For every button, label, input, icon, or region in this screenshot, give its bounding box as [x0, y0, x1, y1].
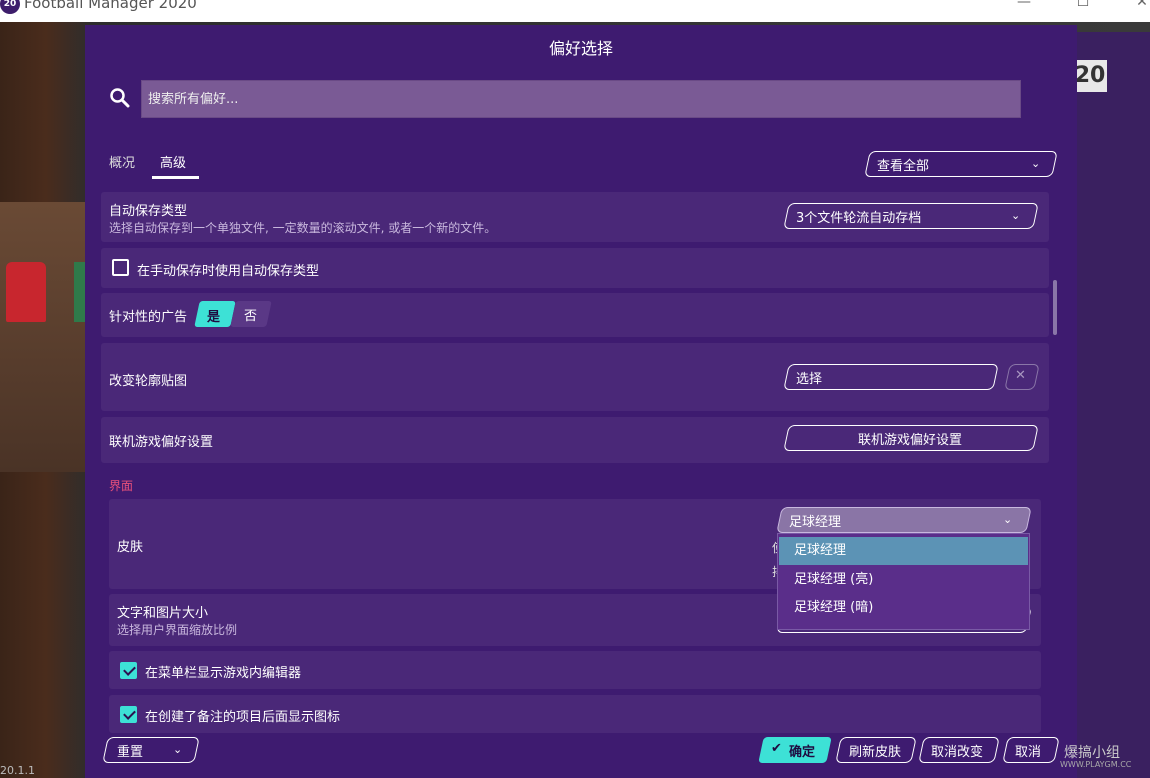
minimize-button[interactable]: —: [1014, 0, 1034, 10]
autosave-type-value: 3个文件轮流自动存档: [796, 211, 922, 226]
search-icon: [110, 88, 130, 108]
show-note-icon-checkbox[interactable]: [120, 706, 137, 723]
autosave-type-label: 自动保存类型: [109, 204, 188, 219]
manual-save-checkbox[interactable]: [112, 259, 129, 276]
active-tab-indicator: [152, 176, 199, 179]
tab-overview[interactable]: 概况: [109, 152, 135, 171]
maximize-button[interactable]: ☐: [1073, 0, 1093, 10]
app-logo-icon: 20: [0, 0, 20, 14]
targeted-ads-no-label: 否: [244, 309, 258, 324]
preferences-dialog: 偏好选择 概况 高级 查看全部 ⌄ 自动保存类型 选择自动保存到一个单独文件, …: [85, 25, 1077, 778]
interface-section-header: 界面: [109, 479, 134, 493]
scrollbar-thumb[interactable]: [1053, 280, 1057, 335]
confirm-label: 确定: [789, 745, 816, 760]
online-prefs-button-label: 联机游戏偏好设置: [858, 433, 963, 448]
skin-option[interactable]: 足球经理 (暗): [779, 594, 1028, 622]
window-titlebar: 20 Football Manager 2020 — ☐ ✕: [0, 0, 1150, 22]
watermark: 爆搞小组 WWW.PLAYGM.CC: [1030, 742, 1148, 772]
skin-dropdown-value: 足球经理: [789, 515, 842, 530]
search-input[interactable]: [141, 80, 1021, 118]
skin-label: 皮肤: [117, 540, 144, 555]
silhouette-select-label: 选择: [796, 372, 823, 387]
show-note-icon-label: 在创建了备注的项目后面显示图标: [145, 710, 341, 725]
chevron-down-icon: ⌄: [1031, 157, 1041, 170]
fm20-badge: 20: [1073, 60, 1107, 92]
chevron-down-icon: ⌄: [1003, 513, 1013, 526]
chevron-down-icon: ⌄: [1011, 209, 1021, 222]
watermark-url: WWW.PLAYGM.CC: [1060, 760, 1132, 769]
locker-room-image: [0, 202, 90, 472]
tab-advanced[interactable]: 高级: [160, 152, 186, 171]
autosave-type-description: 选择自动保存到一个单独文件, 一定数量的滚动文件, 或者一个新的文件。: [109, 221, 497, 235]
targeted-ads-yes-label: 是: [207, 310, 221, 325]
skin-option[interactable]: 足球经理 (亮): [779, 566, 1028, 594]
close-window-button[interactable]: ✕: [1132, 0, 1150, 10]
background-date: 20.1.1: [0, 764, 35, 777]
cancel-changes-label: 取消改变: [931, 745, 984, 760]
reset-label: 重置: [117, 745, 144, 760]
window-title: Football Manager 2020: [24, 0, 197, 12]
chevron-down-icon: ⌄: [173, 743, 183, 756]
text-size-description: 选择用户界面缩放比例: [117, 623, 238, 637]
manual-save-label: 在手动保存时使用自动保存类型: [137, 264, 320, 279]
skin-dropdown-list: 足球经理 足球经理 (亮) 足球经理 (暗): [777, 533, 1030, 630]
text-size-label: 文字和图片大小: [117, 606, 209, 621]
skin-option[interactable]: 足球经理: [779, 537, 1028, 565]
checkmark-icon: ✔: [771, 741, 782, 756]
jersey-image: [6, 262, 46, 322]
show-editor-label: 在菜单栏显示游戏内编辑器: [145, 666, 302, 681]
targeted-ads-label: 针对性的广告: [109, 310, 188, 325]
silhouette-label: 改变轮廓贴图: [109, 374, 188, 389]
refresh-skin-label: 刷新皮肤: [849, 745, 902, 760]
online-prefs-label: 联机游戏偏好设置: [109, 435, 214, 450]
watermark-text: 爆搞小组: [1064, 745, 1120, 761]
view-filter-value: 查看全部: [877, 159, 930, 174]
dialog-title: 偏好选择: [548, 39, 613, 58]
show-editor-checkbox[interactable]: [120, 662, 137, 679]
background-panel: [1077, 32, 1150, 778]
close-icon: ✕: [1015, 368, 1026, 383]
